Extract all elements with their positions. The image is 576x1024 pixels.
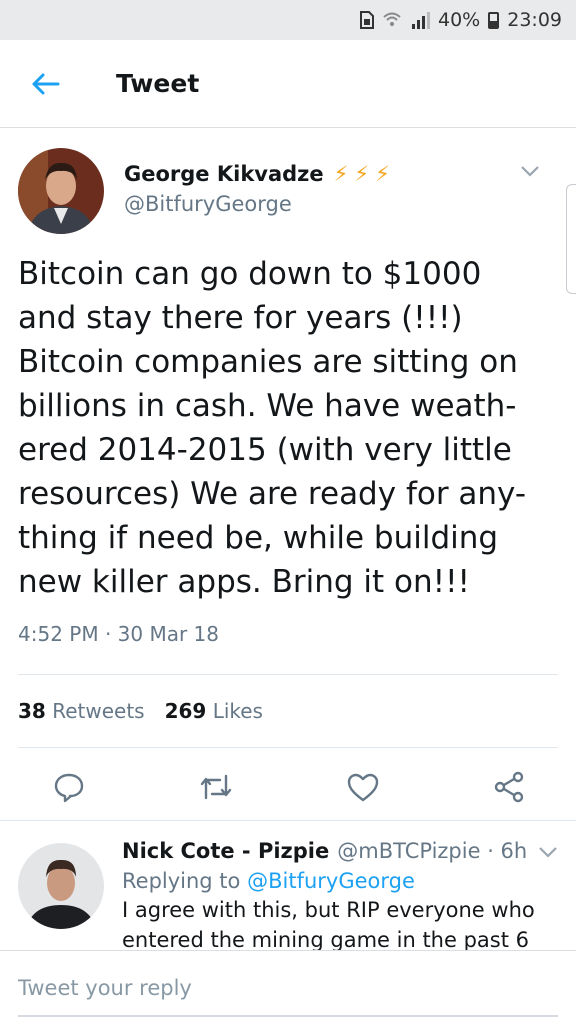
arrow-left-icon — [32, 73, 60, 94]
likes-count: 269 — [164, 699, 207, 723]
reply-header: Nick Cote - Pizpie @mBTCPizpie · 6h — [122, 839, 558, 863]
replying-prefix: Replying to — [122, 869, 241, 893]
page-title: Tweet — [116, 69, 200, 98]
reply-compose-bar — [0, 950, 576, 1024]
author-display-name[interactable]: George Kikvadze ⚡⚡⚡ — [124, 162, 396, 186]
retweets-count: 38 — [18, 699, 46, 723]
tweet-actions — [18, 748, 558, 826]
like-button[interactable] — [346, 771, 380, 803]
author-name-text: George Kikvadze — [124, 162, 324, 186]
reply-button[interactable] — [52, 770, 86, 804]
retweet-button[interactable] — [198, 772, 234, 802]
tweet-text: Bitcoin can go down to $1000 and stay th… — [18, 256, 527, 600]
retweets-stat[interactable]: 38 Retweets — [18, 699, 145, 723]
battery-icon — [488, 11, 500, 29]
likes-label: Likes — [212, 699, 263, 723]
bolt-icons: ⚡⚡⚡ — [333, 162, 396, 186]
chevron-down-icon — [539, 847, 557, 858]
share-icon — [494, 771, 524, 803]
battery-percent: 40% — [438, 9, 481, 31]
tweet-stats: 38 Retweets 269 Likes — [18, 675, 558, 747]
top-bar: Tweet — [0, 40, 576, 128]
replying-to-link[interactable]: @BitfuryGeorge — [247, 869, 415, 893]
reply-tweet[interactable]: Nick Cote - Pizpie @mBTCPizpie · 6h Repl… — [0, 820, 576, 950]
wifi-icon — [382, 11, 402, 29]
reply-avatar[interactable] — [18, 843, 104, 929]
reply-icon — [54, 773, 84, 803]
reply-handle-time: @mBTCPizpie · 6h — [337, 839, 528, 863]
like-icon — [347, 773, 379, 802]
tweet-header: George Kikvadze ⚡⚡⚡ @BitfuryGeorge — [18, 128, 576, 294]
clock: 23:09 — [507, 9, 562, 31]
retweet-icon — [200, 774, 232, 800]
reply-body: Nick Cote - Pizpie @mBTCPizpie · 6h Repl… — [122, 839, 558, 950]
avatar[interactable] — [18, 148, 104, 234]
retweets-label: Retweets — [52, 699, 145, 723]
back-button[interactable] — [0, 40, 90, 128]
main-tweet: George Kikvadze ⚡⚡⚡ @BitfuryGeorge Bitco… — [0, 128, 576, 826]
chevron-down-icon — [521, 166, 539, 177]
tweet-timestamp: 4:52 PM · 30 Mar 18 — [18, 622, 220, 646]
sim-icon — [360, 11, 374, 29]
reply-menu-button[interactable] — [538, 843, 558, 862]
signal-icon — [410, 11, 430, 29]
status-bar: 40% 23:09 — [0, 0, 576, 40]
scroll-handle[interactable] — [566, 184, 576, 294]
share-button[interactable] — [492, 770, 526, 804]
reply-text: I agree with this, but RIP everyone who … — [122, 898, 535, 950]
author-handle[interactable]: @BitfuryGeorge — [124, 192, 396, 216]
reply-author-name[interactable]: Nick Cote - Pizpie — [122, 839, 329, 863]
replying-to: Replying to @BitfuryGeorge — [122, 869, 558, 893]
likes-stat[interactable]: 269 Likes — [165, 699, 263, 723]
reply-input[interactable] — [18, 951, 558, 1017]
author-names: George Kikvadze ⚡⚡⚡ @BitfuryGeorge — [124, 162, 396, 216]
tweet-menu-button[interactable] — [520, 162, 540, 181]
